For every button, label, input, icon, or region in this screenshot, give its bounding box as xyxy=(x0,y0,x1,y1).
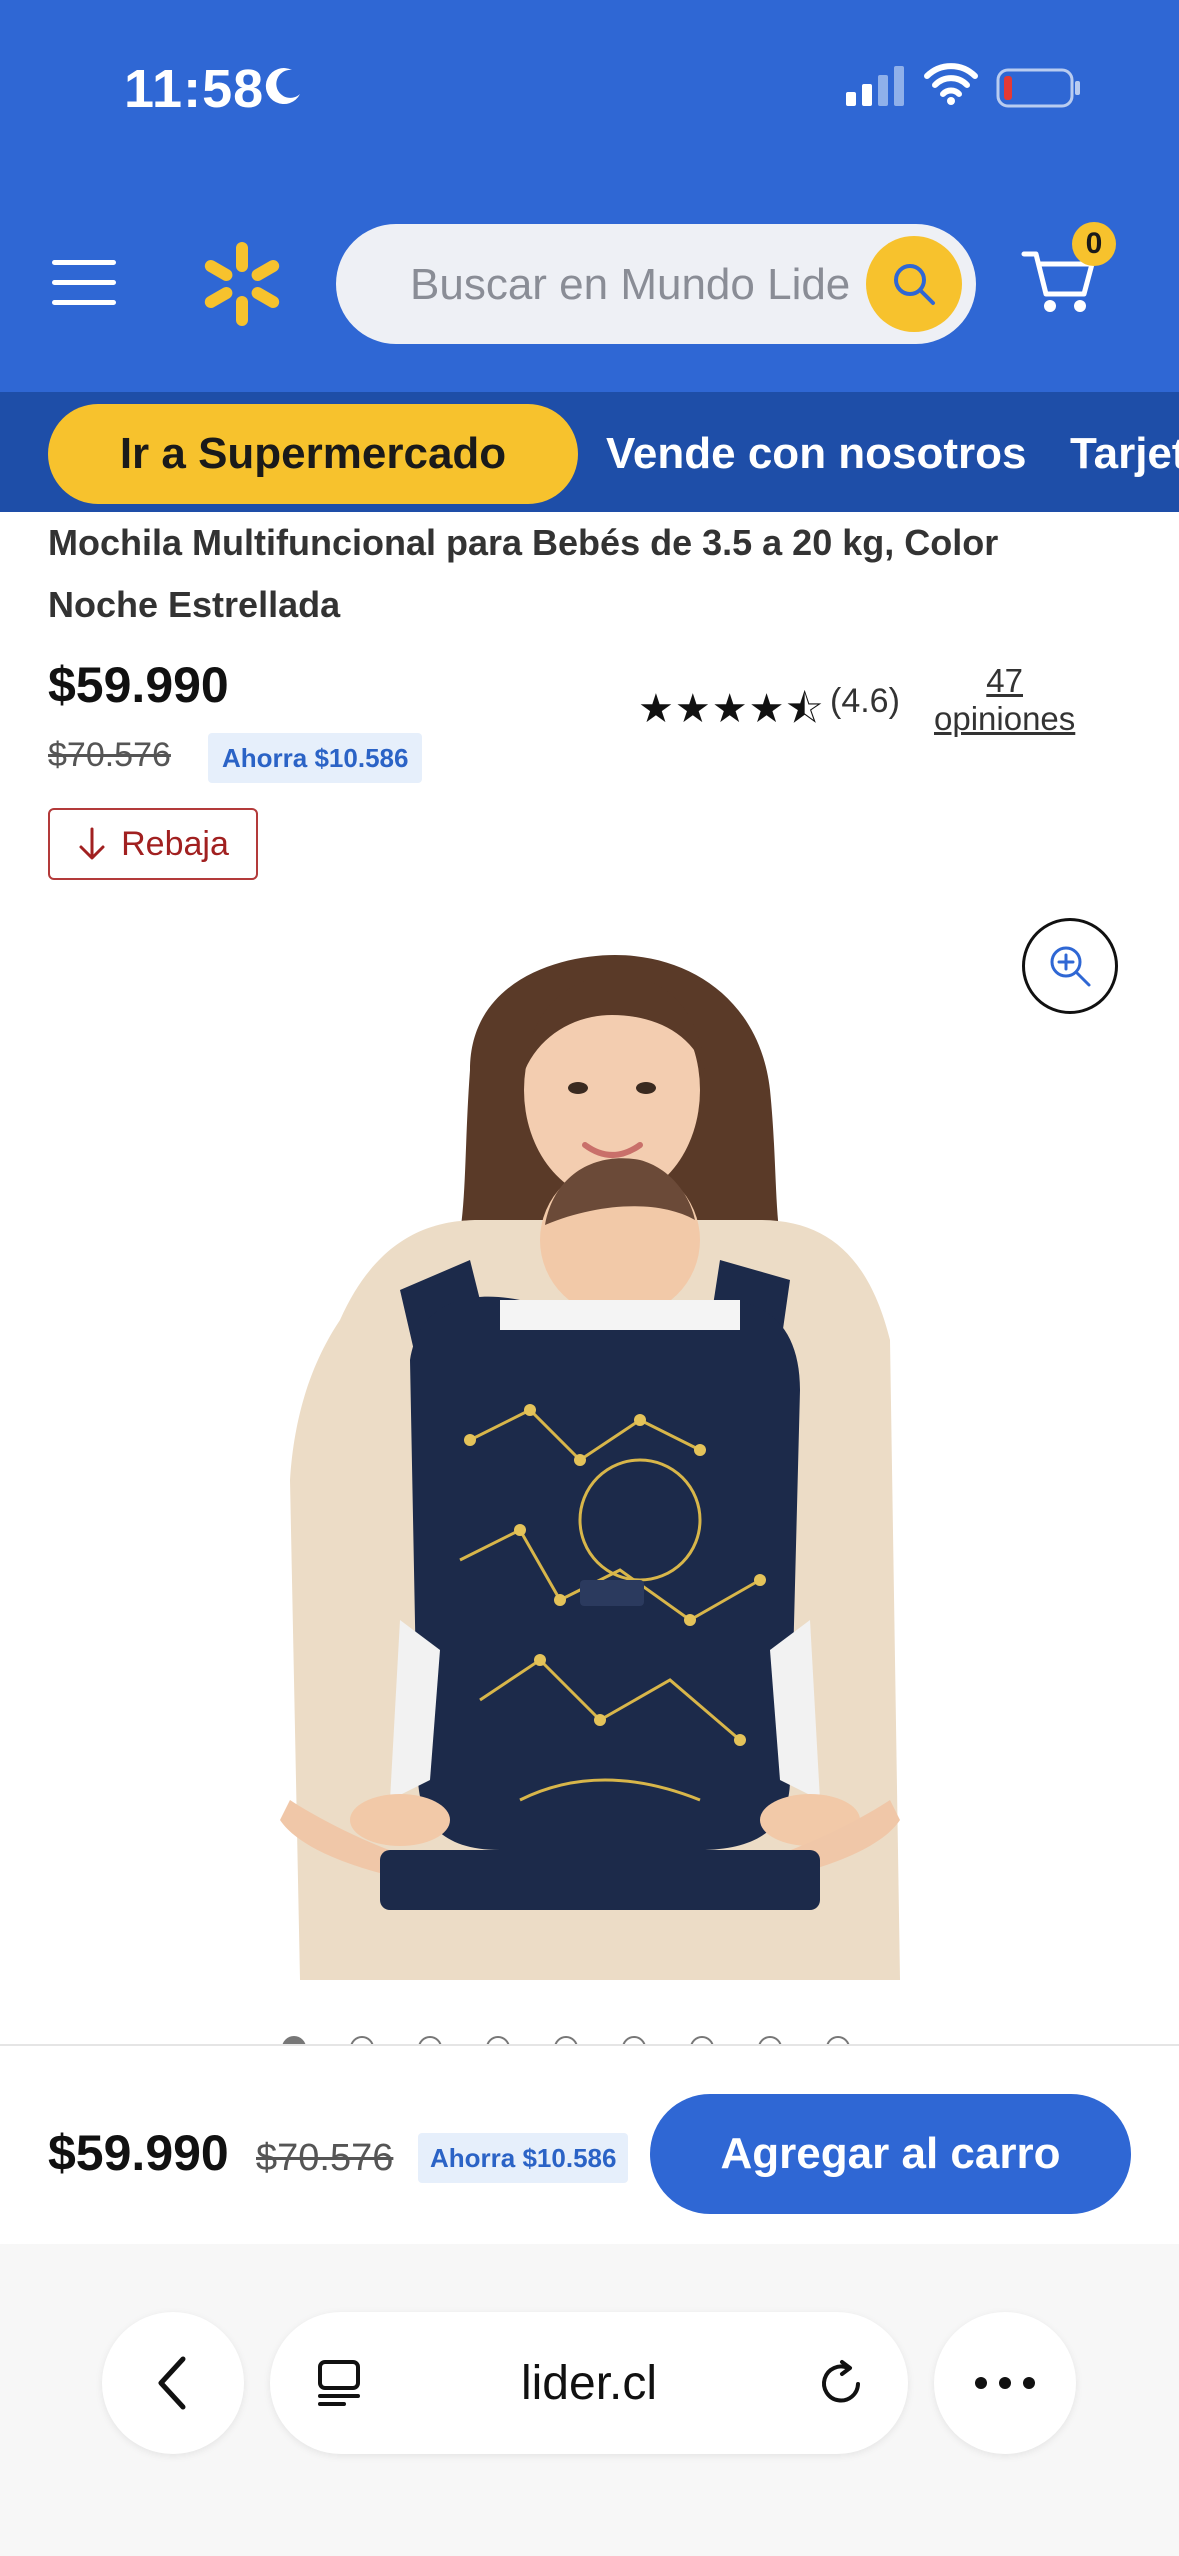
supermarket-button[interactable]: Ir a Supermercado xyxy=(48,404,578,504)
moon-icon xyxy=(265,68,300,105)
sticky-old-price: $70.576 xyxy=(256,2137,394,2179)
browser-address-bar[interactable]: lider.cl xyxy=(270,2312,908,2454)
battery-icon xyxy=(996,68,1080,108)
tab-overview-icon[interactable] xyxy=(314,2358,364,2408)
cart-count-badge: 0 xyxy=(1072,222,1116,266)
zoom-in-icon xyxy=(1050,946,1091,987)
product-price: $59.990 xyxy=(48,657,229,713)
menu-button[interactable] xyxy=(48,252,120,314)
sticky-price: $59.990 xyxy=(48,2125,229,2181)
savings-badge: Ahorra $10.586 xyxy=(208,733,423,783)
category-nav: Ir a Supermercado Vende con nosotros Tar… xyxy=(0,392,1179,512)
arrow-down-icon xyxy=(79,827,105,860)
reviews-link[interactable]: 47 opiniones xyxy=(934,662,1075,738)
zoom-button[interactable] xyxy=(1022,918,1118,1014)
rating-stars: ★★★★⯪ xyxy=(638,687,825,731)
rating-value: (4.6) xyxy=(830,682,900,720)
product-title: Mochila Multifuncional para Bebés de 3.5… xyxy=(48,522,999,625)
status-time: 11:58 xyxy=(124,59,265,119)
cellular-signal-icon xyxy=(846,66,904,106)
nav-sell-link[interactable]: Vende con nosotros xyxy=(606,404,1027,504)
browser-back-button[interactable] xyxy=(102,2312,244,2454)
search-button[interactable] xyxy=(866,236,962,332)
search-icon xyxy=(894,264,935,305)
reviews-count: 47 xyxy=(986,662,1023,699)
chevron-left-icon xyxy=(158,2356,186,2410)
nav-cards-link[interactable]: Tarjeta xyxy=(1070,404,1179,504)
sticky-savings-badge: Ahorra $10.586 xyxy=(418,2133,629,2183)
discount-badge-label: Rebaja xyxy=(121,824,229,863)
browser-url: lider.cl xyxy=(520,2356,658,2410)
reviews-label: opiniones xyxy=(934,700,1076,737)
browser-more-button[interactable] xyxy=(934,2312,1076,2454)
ellipsis-icon xyxy=(975,2377,1035,2389)
search-bar xyxy=(336,224,976,344)
add-to-cart-button[interactable]: Agregar al carro xyxy=(650,2094,1131,2214)
product-old-price: $70.576 xyxy=(48,736,171,774)
search-input[interactable] xyxy=(408,248,852,322)
walmart-spark-logo xyxy=(204,242,280,326)
app-header: 11:58 Buscar en Mundo Lider 0 xyxy=(0,0,1179,392)
reload-icon[interactable] xyxy=(814,2356,868,2410)
wifi-icon xyxy=(924,63,978,105)
discount-badge: Rebaja xyxy=(48,808,258,880)
product-image[interactable] xyxy=(0,920,1179,1980)
